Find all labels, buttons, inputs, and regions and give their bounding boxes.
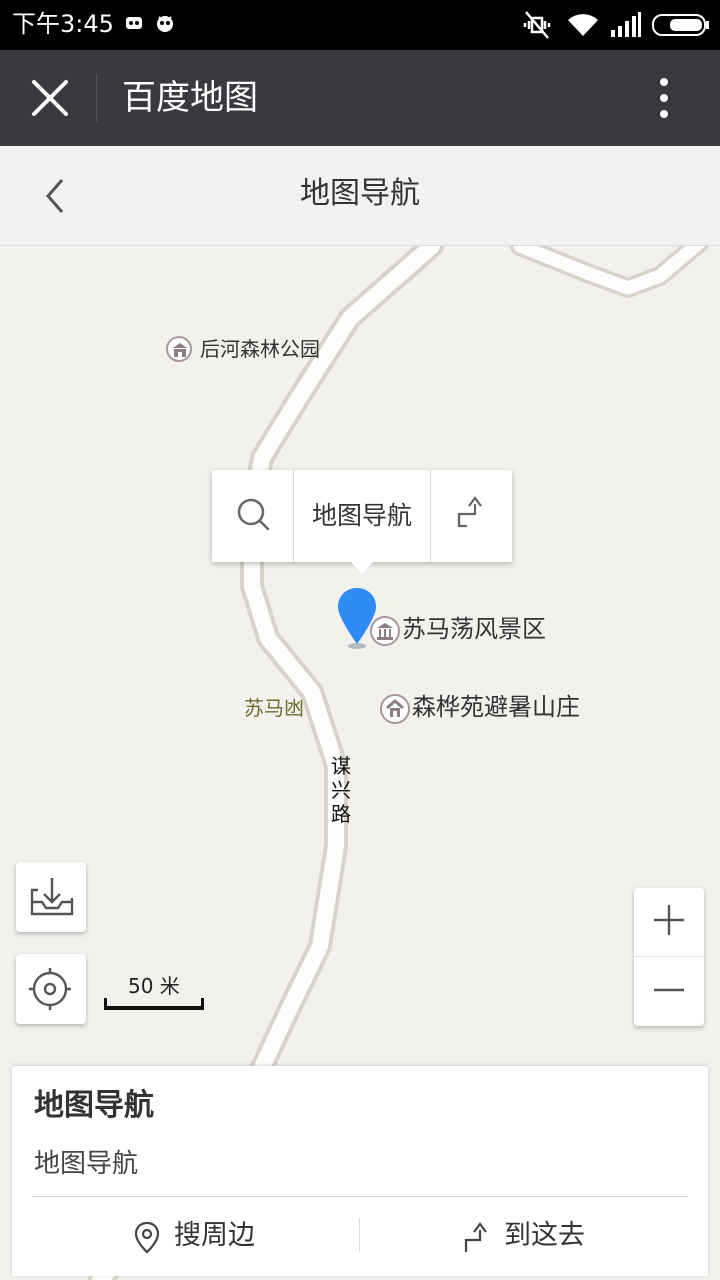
vibrate-mute-icon [520,10,554,44]
wifi-icon [566,12,600,42]
more-options-button[interactable] [644,74,684,122]
download-tray-icon [30,878,74,916]
popup-route-button[interactable] [431,470,512,562]
go-here-label: 到这去 [504,1220,585,1251]
webview-top-bar: 百度地图 [0,50,720,146]
location-pin-icon[interactable] [336,586,382,652]
go-here-button[interactable]: 到这去 [360,1206,708,1266]
place-subtitle: 地图导航 [34,1149,139,1179]
search-icon [237,498,270,531]
zoom-out-button[interactable] [634,957,704,1025]
close-icon [32,80,68,116]
crosshair-icon [29,968,71,1010]
search-nearby-button[interactable]: 搜周边 [12,1206,359,1266]
close-button[interactable] [24,72,76,124]
plus-icon [654,905,684,935]
sheet-divider [32,1196,688,1197]
map-scale-label: 50 米 [128,974,180,998]
status-bar: 下午3:45 [0,0,720,50]
signal-icon [610,12,642,42]
more-vertical-icon [660,78,668,118]
popup-tail [350,561,374,574]
location-marker-icon [134,1221,160,1254]
top-bar-divider [96,74,97,122]
place-info-sheet: 地图导航 地图导航 搜周边 到这去 [12,1066,708,1276]
popup-search-button[interactable] [212,470,294,562]
road-label-char: 路 [331,802,351,826]
place-title: 地图导航 [34,1088,154,1123]
status-time: 下午3:45 [12,10,114,38]
route-turn-icon [457,496,482,528]
area-label: 苏马凼 [244,696,304,720]
battery-icon [652,14,710,40]
poi-label[interactable]: 森桦苑避暑山庄 [412,690,580,724]
poi-hotel-icon[interactable] [380,694,410,724]
poi-label[interactable]: 后河森林公园 [200,336,320,362]
poi-park-icon[interactable] [166,336,192,362]
webview-title: 百度地图 [122,78,258,118]
minus-icon [654,988,684,992]
route-turn-icon [464,1222,487,1252]
map-info-popup: 地图导航 [212,470,512,562]
road-label: 谋 兴 路 [329,754,353,826]
locate-me-button[interactable] [16,954,86,1024]
map-scale-bar [104,998,204,1010]
page-header: 地图导航 [0,146,720,246]
road-label-char: 谋 [331,754,351,778]
road-label-char: 兴 [331,778,351,802]
zoom-controls [634,888,704,1026]
zoom-in-button[interactable] [634,888,704,956]
notification-icon [124,12,144,38]
page-title: 地图导航 [300,176,420,211]
popup-title[interactable]: 地图导航 [294,470,430,562]
search-nearby-label: 搜周边 [174,1220,255,1251]
offline-map-button[interactable] [16,862,86,932]
poi-label[interactable]: 苏马荡风景区 [402,612,546,646]
app-notification-icon [154,12,176,38]
